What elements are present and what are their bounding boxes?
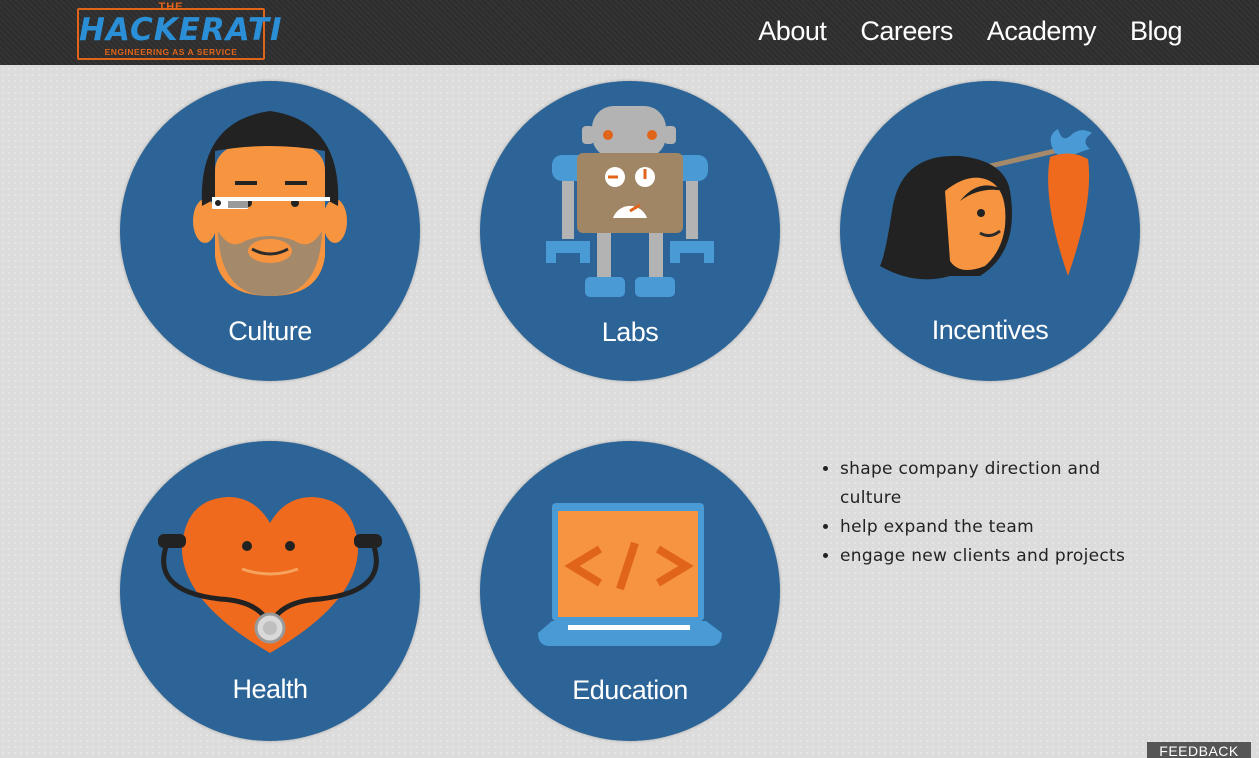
nav-careers[interactable]: Careers	[860, 16, 953, 47]
hackerati-logo[interactable]: THE HACKERATI ENGINEERING AS A SERVICE	[77, 1, 283, 60]
tile-label-culture: Culture	[228, 316, 312, 346]
benefits-list: shape company direction and culture help…	[820, 455, 1140, 571]
main-nav: About Careers Academy Blog	[758, 16, 1182, 47]
nav-blog[interactable]: Blog	[1130, 16, 1183, 47]
nav-academy[interactable]: Academy	[987, 16, 1097, 47]
list-item: engage new clients and projects	[840, 542, 1140, 571]
feedback-button[interactable]: FEEDBACK	[1147, 742, 1251, 758]
logo-name-text: HACKERATI	[79, 12, 283, 48]
tile-incentives[interactable]: Incentives	[840, 81, 1140, 381]
tile-label-incentives: Incentives	[931, 315, 1049, 345]
list-item: shape company direction and culture	[840, 455, 1140, 513]
nav-about[interactable]: About	[758, 16, 827, 47]
list-item: help expand the team	[840, 513, 1140, 542]
tile-label-health: Health	[232, 674, 308, 704]
top-bar: THE HACKERATI ENGINEERING AS A SERVICE A…	[0, 0, 1259, 65]
tile-label-education: Education	[572, 675, 688, 705]
logo-tagline: ENGINEERING AS A SERVICE	[104, 47, 238, 57]
tile-culture[interactable]: Culture	[120, 81, 420, 381]
tile-health[interactable]: Health	[120, 441, 420, 741]
tile-labs[interactable]: Labs	[480, 81, 780, 381]
tile-label-labs: Labs	[601, 317, 659, 347]
tile-education[interactable]: Education	[480, 441, 780, 741]
